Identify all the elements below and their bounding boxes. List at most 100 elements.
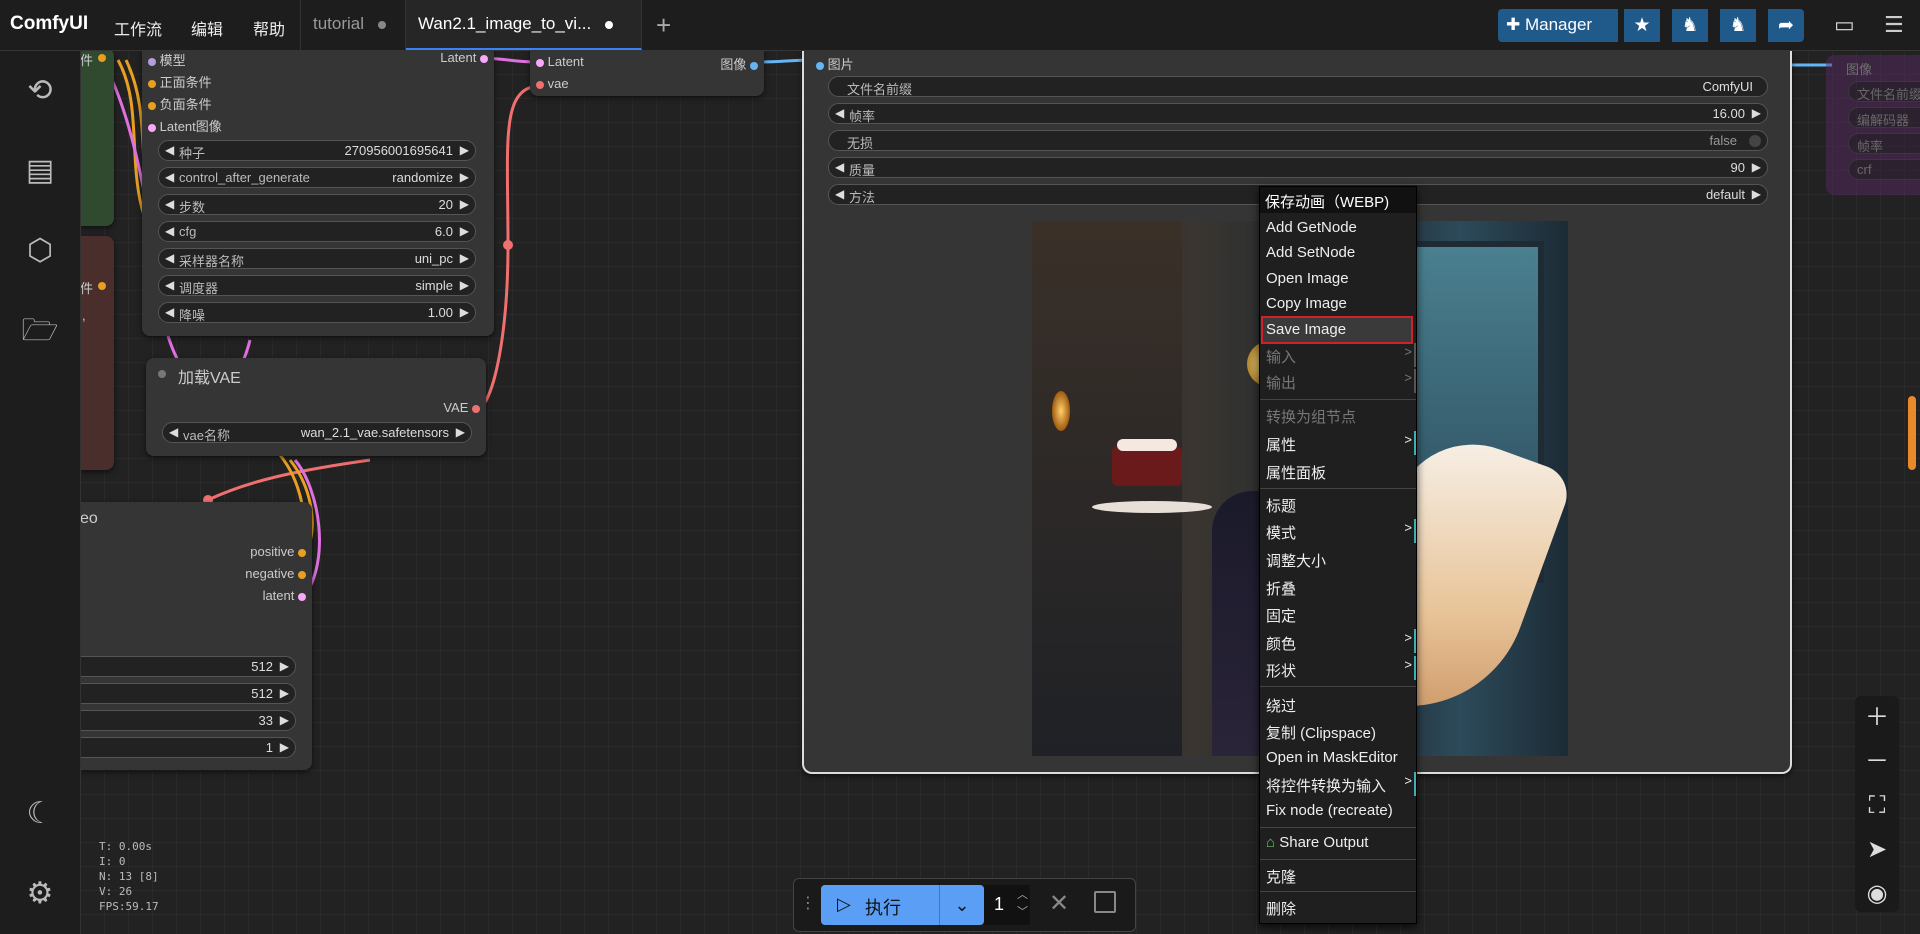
scheduler-widget[interactable]: ◀ 调度器 simple ▶ [158,275,476,296]
filename-prefix-widget[interactable]: 文件名前缀 ComfyUI [828,76,1768,97]
menu-item-inputs[interactable]: 输入 [1266,346,1296,367]
menu-item-convert-to-group[interactable]: 转换为组节点 [1266,406,1356,427]
share-button[interactable]: ➦ [1768,9,1804,42]
menu-item-save-image[interactable]: Save Image [1266,321,1346,338]
output-latent[interactable]: Latent [440,50,488,65]
menu-item-properties-panel[interactable]: 属性面板 [1266,462,1326,483]
left-sidebar: ⟲ ▤ ⬡ 🗁 ☾ ⚙ [0,51,81,934]
zoom-out-icon[interactable]: － [1855,742,1899,782]
batch-size-widget[interactable]: 1 ▶ [68,737,296,758]
run-options-dropdown[interactable]: ⌄ [939,885,984,925]
menu-item-add-setnode[interactable]: Add SetNode [1266,244,1355,261]
model-library-icon[interactable]: ⬡ [20,231,60,271]
green-node-fragment[interactable]: 件 [80,48,114,226]
hamburger-menu-icon[interactable]: ☰ [1884,12,1904,38]
menu-item-remove[interactable]: 删除 [1266,898,1296,919]
menu-item-bypass[interactable]: 绕过 [1266,695,1296,716]
menu-item-open-image[interactable]: Open Image [1266,270,1349,287]
image-to-video-node[interactable]: eo positive negative latent 512 ▶ 512 ▶ 33… [68,502,312,770]
output-negative[interactable]: negative [245,566,306,581]
stepper-icon[interactable]: ︿ ﹀ [1017,887,1028,921]
vae-name-widget[interactable]: ◀ vae名称 wan_2.1_vae.safetensors ▶ [162,422,472,443]
tab-tutorial[interactable]: tutorial [300,0,406,50]
share-icon: ➦ [1778,15,1794,36]
context-menu: 保存动画（WEBP) Add GetNode Add SetNode Open … [1259,186,1417,924]
new-tab-button[interactable]: + [656,10,671,41]
output-latent[interactable]: latent [263,588,306,603]
ksampler-node[interactable]: 模型 正面条件 负面条件 Latent图像 Latent ◀ 种子 27095600… [142,48,494,336]
denoise-widget[interactable]: ◀ 降噪 1.00 ▶ [158,302,476,323]
height-widget[interactable]: 512 ▶ [68,683,296,704]
input-negative[interactable]: 负面条件 [148,94,212,113]
control-after-generate-widget[interactable]: ◀ control_after_generate randomize ▶ [158,167,476,188]
queue-run-button[interactable]: ▷ 执行 [821,885,939,925]
menu-workflow[interactable]: 工作流 [114,16,162,40]
menu-item-resize[interactable]: 调整大小 [1266,550,1326,571]
input-latent[interactable]: Latent [536,54,584,69]
faded-node[interactable]: 图像 文件名前缀 编解码器 帧率 crf [1826,55,1920,195]
sampler-name-widget[interactable]: ◀ 采样器名称 uni_pc ▶ [158,248,476,269]
input-latent-image[interactable]: Latent图像 [148,116,222,135]
menu-item-collapse[interactable]: 折叠 [1266,578,1296,599]
comfy-icon-button-2[interactable]: ♞ [1720,9,1756,42]
output-vae[interactable]: VAE [443,400,480,415]
fit-view-icon[interactable]: ⛶ [1855,786,1899,826]
menu-item-convert-widget-to-input[interactable]: 将控件转换为输入 [1266,775,1386,796]
output-positive[interactable]: positive [250,544,306,559]
vae-decode-node[interactable]: Latent vae 图像 [530,48,764,96]
fragment-label: , [82,308,86,323]
menu-item-outputs[interactable]: 输出 [1266,372,1296,393]
lossless-toggle[interactable]: 无损 false [828,130,1768,151]
menu-edit[interactable]: 编辑 [191,16,223,40]
navigate-icon[interactable]: ➤ [1855,830,1899,870]
menu-item-properties[interactable]: 属性 [1266,434,1296,455]
star-button[interactable]: ★ [1624,9,1660,42]
brown-node-fragment[interactable]: 件 , [80,236,114,470]
cancel-icon[interactable]: ✕ [1049,889,1069,918]
play-icon: ▷ [837,894,851,914]
length-widget[interactable]: 33 ▶ [68,710,296,731]
steps-widget[interactable]: ◀ 步数 20 ▶ [158,194,476,215]
input-positive[interactable]: 正面条件 [148,72,212,91]
cfg-widget[interactable]: ◀ cfg 6.0 ▶ [158,221,476,242]
stop-icon[interactable] [1094,891,1116,913]
fps-widget[interactable]: ◀ 帧率 16.00 ▶ [828,103,1768,124]
menu-item-share-output[interactable]: ⌂ Share Output [1266,834,1368,851]
manager-button[interactable]: ✚ Manager [1498,9,1618,42]
menu-item-clone[interactable]: 克隆 [1266,866,1296,887]
theme-moon-icon[interactable]: ☾ [20,794,60,834]
workflows-folder-icon[interactable]: 🗁 [20,311,60,351]
history-icon[interactable]: ⟲ [20,71,60,111]
tab-wan-image-to-video[interactable]: Wan2.1_image_to_vi... [406,0,642,50]
toggle-links-eye-icon[interactable]: ◉ [1855,874,1899,914]
app-logo: ComfyUI [10,13,89,34]
scrollbar-thumb[interactable] [1908,396,1916,470]
input-images[interactable]: 图片 [816,54,854,73]
comfy-icon-button[interactable]: ♞ [1672,9,1708,42]
width-widget[interactable]: 512 ▶ [68,656,296,677]
input-model[interactable]: 模型 [148,50,186,69]
node-library-icon[interactable]: ▤ [20,151,60,191]
batch-count-input[interactable]: 1 ︿ ﹀ [984,885,1030,925]
menu-item-colors[interactable]: 颜色 [1266,633,1296,654]
input-vae[interactable]: vae [536,76,569,91]
menu-item-fix-node[interactable]: Fix node (recreate) [1266,802,1393,819]
menu-item-copy-clipspace[interactable]: 复制 (Clipspace) [1266,722,1376,743]
panel-toggle-icon[interactable]: ▭ [1834,12,1855,38]
output-image[interactable]: 图像 [720,54,758,73]
menu-item-add-getnode[interactable]: Add GetNode [1266,219,1357,236]
settings-gear-icon[interactable]: ⚙ [20,874,60,914]
menu-help[interactable]: 帮助 [253,16,285,40]
load-vae-node[interactable]: 加载VAE VAE ◀ vae名称 wan_2.1_vae.safetensors ▶ [146,358,486,456]
seed-widget[interactable]: ◀ 种子 270956001695641 ▶ [158,140,476,161]
menu-item-copy-image[interactable]: Copy Image [1266,295,1347,312]
menu-item-pin[interactable]: 固定 [1266,605,1296,626]
quality-widget[interactable]: ◀ 质量 90 ▶ [828,157,1768,178]
menu-item-shapes[interactable]: 形状 [1266,660,1296,681]
menu-item-open-in-maskeditor[interactable]: Open in MaskEditor [1266,749,1398,766]
zoom-in-icon[interactable]: ＋ [1855,698,1899,738]
faded-widget: 编解码器 [1848,107,1920,128]
menu-item-mode[interactable]: 模式 [1266,522,1296,543]
fragment-label: 件 [80,281,94,296]
menu-item-title[interactable]: 标题 [1266,495,1296,516]
